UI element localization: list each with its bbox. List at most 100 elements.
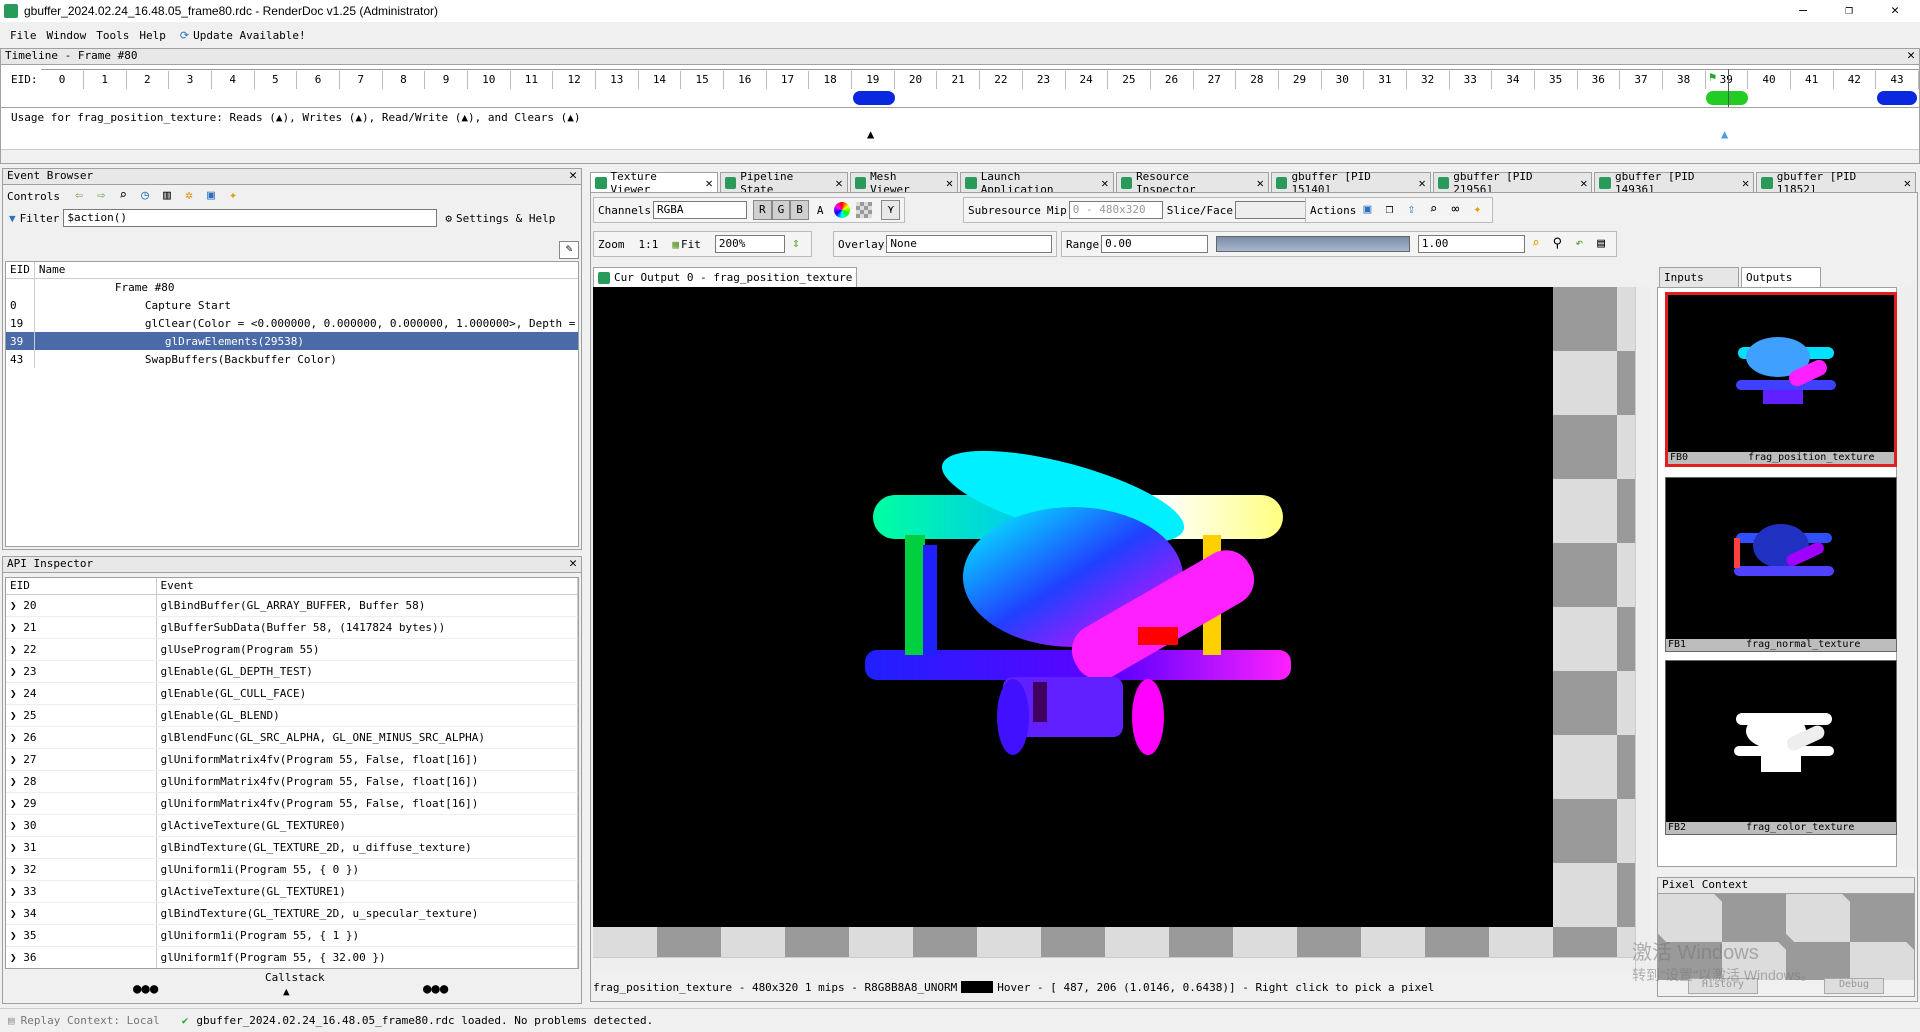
api-row[interactable]: ❯ 33 glActiveTexture(GL_TEXTURE1) <box>6 880 578 903</box>
api-row[interactable]: ❯ 24 glEnable(GL_CULL_FACE) <box>6 682 578 705</box>
timeline-tick-33[interactable]: 33 <box>1464 73 1477 86</box>
close-icon[interactable]: ✕ <box>569 169 577 183</box>
chevron-right-icon[interactable]: ❯ <box>10 841 23 854</box>
chart-icon[interactable]: ▥ <box>159 188 175 204</box>
zoom-select[interactable]: 200% <box>714 235 785 253</box>
timeline-tick-5[interactable]: 5 <box>272 73 279 86</box>
close-icon[interactable]: ✕ <box>1418 176 1425 190</box>
timeline-tick-22[interactable]: 22 <box>994 73 1007 86</box>
timeline-tick-39[interactable]: 39 <box>1720 73 1733 86</box>
callstack-dots-left[interactable]: ●●● <box>133 981 158 997</box>
col-eid[interactable]: EID <box>6 578 157 594</box>
timeline-tick-13[interactable]: 13 <box>610 73 623 86</box>
tab-cur-output[interactable]: Cur Output 0 - frag_position_texture <box>593 267 858 287</box>
timeline-tick-26[interactable]: 26 <box>1165 73 1178 86</box>
callstack-label[interactable]: Callstack <box>265 971 325 984</box>
find-icon[interactable]: ⌕ <box>115 188 131 204</box>
minimize-button[interactable]: — <box>1780 0 1826 22</box>
event-row[interactable]: 19 glClear(Color = <0.000000, 0.000000, 0… <box>6 314 578 332</box>
timeline-tick-23[interactable]: 23 <box>1037 73 1050 86</box>
bookmark-icon[interactable]: ✦ <box>225 188 241 204</box>
replay-context[interactable]: Replay Context: Local <box>21 1014 160 1027</box>
thumbnail-scrollbar[interactable] <box>1899 287 1915 867</box>
channel-a-toggle[interactable]: A <box>817 204 824 217</box>
settings-help-button[interactable]: Settings & Help <box>456 212 555 225</box>
api-row[interactable]: ❯ 30 glActiveTexture(GL_TEXTURE0) <box>6 814 578 837</box>
menu-file[interactable]: File <box>10 29 37 42</box>
timeline-marker-39[interactable] <box>1706 91 1748 105</box>
thumbnail-fb1[interactable]: FB1 frag_normal_texture <box>1665 477 1897 652</box>
menu-update-available[interactable]: Update Available! <box>193 29 306 42</box>
timeline-tick-0[interactable]: 0 <box>59 73 66 86</box>
timeline-tick-8[interactable]: 8 <box>400 73 407 86</box>
filter-input[interactable]: $action() <box>63 209 438 227</box>
channels-select[interactable]: RGBA <box>652 201 747 219</box>
col-event[interactable]: Event <box>156 578 578 594</box>
timeline-tick-40[interactable]: 40 <box>1762 73 1775 86</box>
tab-gbuffer-pid-15140[interactable]: gbuffer [PID 15140] ✕ <box>1270 170 1431 196</box>
arrow-updown-icon[interactable]: ⇕ <box>788 236 804 252</box>
clock-icon[interactable]: ◷ <box>137 188 153 204</box>
checkerboard-icon[interactable] <box>856 202 873 218</box>
timeline-tick-20[interactable]: 20 <box>909 73 922 86</box>
arrow-left-icon[interactable]: ⇦ <box>71 188 87 204</box>
chevron-right-icon[interactable]: ❯ <box>10 951 23 964</box>
open-icon[interactable]: ⇪ <box>1403 202 1419 218</box>
close-icon[interactable]: ✕ <box>569 557 577 571</box>
timeline-tick-16[interactable]: 16 <box>738 73 751 86</box>
tab-mesh-viewer[interactable]: Mesh Viewer ✕ <box>849 170 959 196</box>
timeline-tick-35[interactable]: 35 <box>1549 73 1562 86</box>
api-row[interactable]: ❯ 25 glEnable(GL_BLEND) <box>6 704 578 727</box>
find-icon[interactable]: ⌕ <box>1425 202 1441 218</box>
channel-b-toggle[interactable]: B <box>790 200 809 220</box>
tab-resource-inspector[interactable]: Resource Inspector ✕ <box>1115 170 1269 196</box>
close-window-button[interactable]: ✕ <box>1872 0 1918 22</box>
close-icon[interactable]: ✕ <box>1904 176 1911 190</box>
timeline-tick-29[interactable]: 29 <box>1293 73 1306 86</box>
timeline-tick-6[interactable]: 6 <box>315 73 322 86</box>
api-row[interactable]: ❯ 22 glUseProgram(Program 55) <box>6 638 578 661</box>
fit-button[interactable]: Fit <box>681 238 701 251</box>
timeline-tick-18[interactable]: 18 <box>824 73 837 86</box>
timeline-tick-7[interactable]: 7 <box>357 73 364 86</box>
timeline-tick-12[interactable]: 12 <box>567 73 580 86</box>
thumbnail-fb2[interactable]: FB2 frag_color_texture <box>1665 660 1897 835</box>
texture-image[interactable] <box>593 287 1553 927</box>
channel-g-toggle[interactable]: G <box>771 200 791 220</box>
timeline-tick-43[interactable]: 43 <box>1890 73 1903 86</box>
tab-gbuffer-pid-14936[interactable]: gbuffer [PID 14936] ✕ <box>1594 170 1755 196</box>
timeline-tick-31[interactable]: 31 <box>1378 73 1391 86</box>
api-row[interactable]: ❯ 20 glBindBuffer(GL_ARRAY_BUFFER, Buffer… <box>6 594 578 617</box>
reset-range-icon[interactable]: ↶ <box>1571 236 1587 252</box>
close-icon[interactable]: ✕ <box>946 176 953 190</box>
auto-fit-icon[interactable]: ⚲ <box>1550 236 1566 252</box>
timeline-tick-19[interactable]: 19 <box>866 73 879 86</box>
bookmark-icon[interactable]: ✦ <box>1469 202 1485 218</box>
timeline-tick-2[interactable]: 2 <box>144 73 151 86</box>
copy-icon[interactable]: ❐ <box>1381 202 1397 218</box>
event-tree[interactable]: EID Name Frame #80 0 Capture Start 19 glClear… <box>5 261 579 547</box>
timeline-tick-34[interactable]: 34 <box>1506 73 1519 86</box>
timeline-tick-24[interactable]: 24 <box>1080 73 1093 86</box>
api-row[interactable]: ❯ 29 glUniformMatrix4fv(Program 55, False… <box>6 792 578 815</box>
edit-icon[interactable]: ✎ <box>559 241 579 259</box>
close-icon[interactable]: ✕ <box>1257 176 1264 190</box>
texture-canvas[interactable] <box>593 287 1651 973</box>
api-table[interactable]: EID Event ❯ 20 glBindBuffer(GL_ARRAY_BUFFE… <box>5 577 579 969</box>
timeline-tick-36[interactable]: 36 <box>1592 73 1605 86</box>
chevron-right-icon[interactable]: ❯ <box>10 885 23 898</box>
tab-gbuffer-pid-11852[interactable]: gbuffer [PID 11852] ✕ <box>1756 170 1916 196</box>
timeline-scrollbar[interactable] <box>1 149 1919 163</box>
chevron-right-icon[interactable]: ❯ <box>10 731 23 744</box>
api-row[interactable]: ❯ 27 glUniformMatrix4fv(Program 55, False… <box>6 748 578 771</box>
chevron-right-icon[interactable]: ❯ <box>10 665 23 678</box>
timeline-tick-11[interactable]: 11 <box>525 73 538 86</box>
canvas-scrollbar-h[interactable] <box>593 957 1635 973</box>
chevron-right-icon[interactable]: ❯ <box>10 753 23 766</box>
color-wheel-icon[interactable] <box>834 202 851 218</box>
zoom-1to1-button[interactable]: 1:1 <box>639 238 659 251</box>
save-texture-icon[interactable]: ▣ <box>1359 202 1375 218</box>
event-row[interactable]: 43 SwapBuffers(Backbuffer Color) <box>6 350 578 368</box>
close-icon[interactable]: ✕ <box>835 176 842 190</box>
timeline-tick-41[interactable]: 41 <box>1805 73 1818 86</box>
